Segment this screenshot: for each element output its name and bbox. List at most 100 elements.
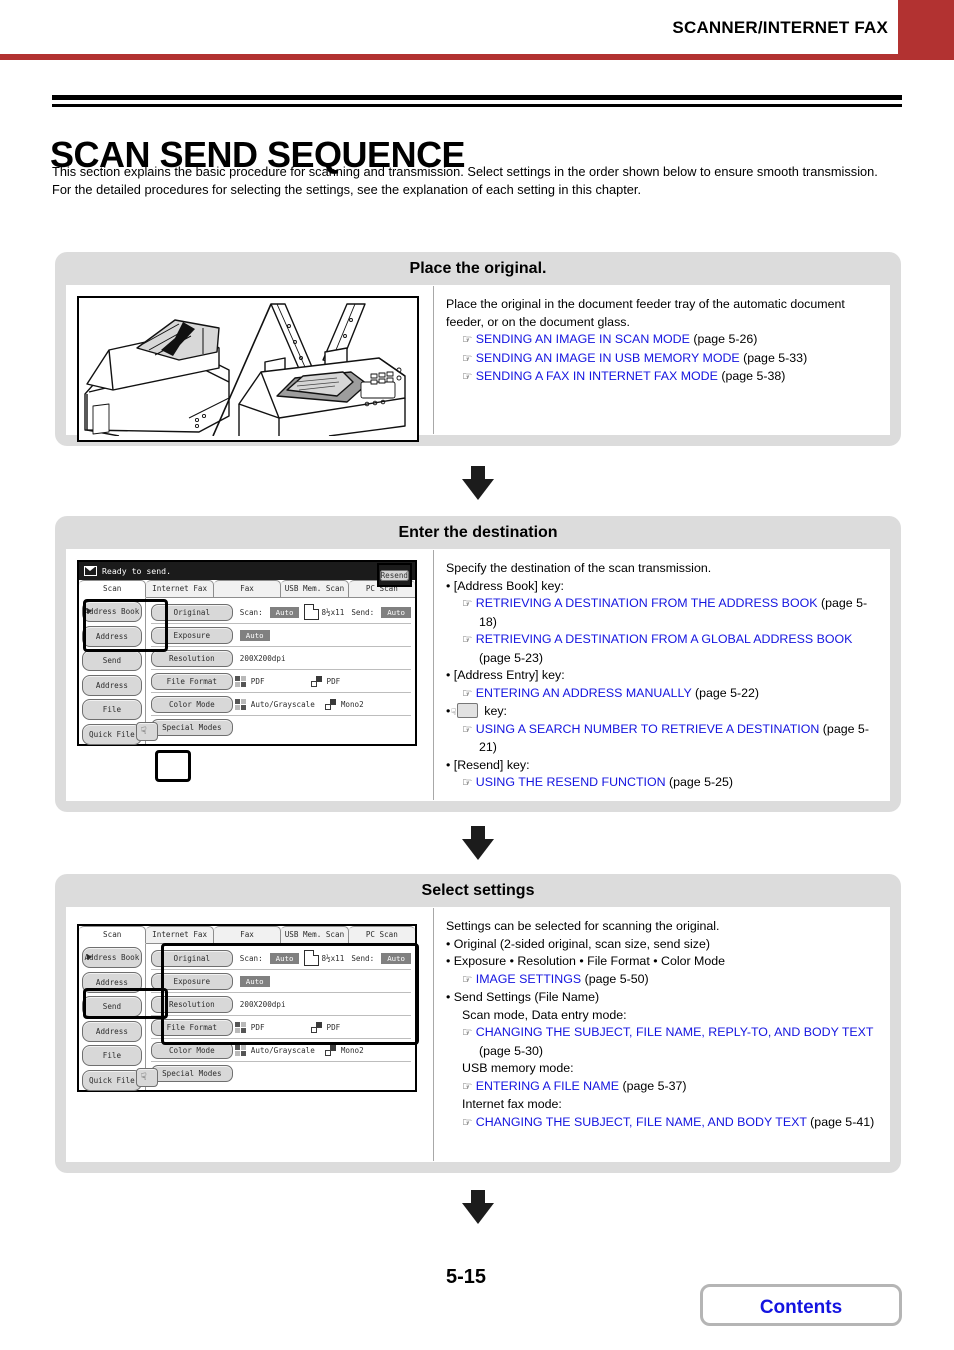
step-panel-place-original: Place the original. Place the original i… (55, 252, 901, 446)
pointing-hand-icon: ☞ (462, 371, 473, 383)
exposure-value: Auto (239, 975, 270, 987)
side-key-quick-file[interactable]: Quick File (82, 723, 142, 745)
page-header: SCANNER/INTERNET FAX (0, 0, 954, 60)
side-key-send-settings[interactable]: Send Settings (82, 996, 142, 1030)
step3-ref-2-link[interactable]: CHANGING THE SUBJECT, FILE NAME, REPLY-T… (476, 1025, 874, 1039)
step1-illustration-cell (67, 286, 433, 442)
tab-usb-mem-scan[interactable]: USB Mem. Scan (281, 926, 349, 943)
step1-ref-3-link[interactable]: SENDING A FAX IN INTERNET FAX MODE (476, 369, 718, 383)
color-mode-button[interactable]: Color Mode (150, 1041, 233, 1059)
step3-ref-1: ☞ IMAGE SETTINGS (page 5-50) (446, 971, 877, 990)
step3-sub-scan-mode: Scan mode, Data entry mode: (462, 1007, 627, 1022)
step2-ref-2: ☞ RETRIEVING A DESTINATION FROM A GLOBAL… (446, 631, 877, 667)
step2-bullet-search-key: • ☟ key: (446, 703, 877, 721)
tab-fax[interactable]: Fax (213, 926, 282, 943)
tab-usb-mem-scan[interactable]: USB Mem. Scan (281, 580, 349, 597)
step3-ref-4-link[interactable]: CHANGING THE SUBJECT, FILE NAME, AND BOD… (476, 1115, 807, 1129)
step3-bullet-send-settings: • Send Settings (File Name) (446, 990, 600, 1004)
special-modes-button[interactable]: Special Modes (150, 718, 233, 736)
step3-bullet-original: • Original (2-sided original, scan size,… (446, 936, 710, 951)
original-button[interactable]: Original (150, 603, 233, 621)
search-number-icon-button[interactable]: ☟ (135, 1068, 158, 1087)
row-original: Original Scan: Auto 8½x11 Send: Auto (150, 601, 411, 624)
step2-ref-1: ☞ RETRIEVING A DESTINATION FROM THE ADDR… (446, 595, 877, 631)
contents-button[interactable]: Contents (700, 1284, 902, 1326)
step2-ref-5: ☞ USING THE RESEND FUNCTION (page 5-25) (446, 774, 877, 793)
title-rule-bottom (52, 104, 902, 107)
scanner-screen-destination[interactable]: Ready to send. Resend Scan Internet Fax … (77, 560, 417, 782)
file-format-color-value: PDF (250, 1022, 265, 1032)
color-mode-button[interactable]: Color Mode (150, 695, 233, 713)
pointing-hand-icon: ☞ (462, 352, 473, 365)
side-key-address-book[interactable]: Address Book (82, 601, 142, 622)
step1-ref-2-link[interactable]: SENDING AN IMAGE IN USB MEMORY MODE (476, 351, 740, 365)
row-special-modes: Special Modes (150, 1062, 411, 1084)
step2-ref-5-link[interactable]: USING THE RESEND FUNCTION (476, 775, 666, 789)
resolution-button[interactable]: Resolution (150, 995, 233, 1013)
step-panel-select-settings: Select settings Scan Internet Fax Fax US… (55, 874, 901, 1173)
side-key-quick-file[interactable]: Quick File (82, 1069, 142, 1091)
side-key-send-settings[interactable]: Send Settings (82, 650, 142, 684)
exposure-value: Auto (239, 629, 270, 641)
pointing-hand-icon: ☞ (462, 723, 473, 736)
exposure-button[interactable]: Exposure (150, 626, 233, 644)
row-original: Original Scan: Auto 8½x11 Send: Auto (150, 947, 411, 970)
step3-ref-1-link[interactable]: IMAGE SETTINGS (476, 972, 581, 986)
tab-scan[interactable]: Scan (79, 926, 147, 944)
search-number-icon-button[interactable]: ☟ (135, 722, 158, 741)
header-title: SCANNER/INTERNET FAX (672, 18, 888, 37)
pointing-hand-icon: ☞ (462, 334, 473, 346)
file-format-button[interactable]: File Format (150, 672, 233, 690)
resend-button[interactable]: Resend (379, 570, 409, 581)
row-file-format: File Format PDF PDF (150, 1016, 411, 1039)
step3-sub-internet-fax-mode: Internet fax mode: (462, 1097, 562, 1111)
search-number-icon: ☟ (140, 1072, 147, 1083)
step2-ref-4-link[interactable]: USING A SEARCH NUMBER TO RETRIEVE A DEST… (476, 722, 820, 736)
special-modes-button[interactable]: Special Modes (150, 1064, 233, 1082)
mode-tabs: Scan Internet Fax Fax USB Mem. Scan PC S… (79, 926, 416, 944)
document-size-icon (304, 950, 320, 966)
side-key-address-review[interactable]: Address Review (82, 1020, 142, 1055)
row-color-mode: Color Mode Auto/Grayscale Mono2 (150, 1039, 411, 1062)
search-number-key-wrap: ☟ (135, 722, 158, 741)
step2-ref-1-link[interactable]: RETRIEVING A DESTINATION FROM THE ADDRES… (476, 596, 818, 610)
tab-internet-fax[interactable]: Internet Fax (146, 926, 214, 943)
resolution-button[interactable]: Resolution (150, 649, 233, 667)
row-file-format: File Format PDF PDF (150, 670, 411, 693)
step1-ref-1-link[interactable]: SENDING AN IMAGE IN SCAN MODE (476, 332, 690, 346)
step2-ref-2-link[interactable]: RETRIEVING A DESTINATION FROM A GLOBAL A… (476, 632, 853, 646)
original-button[interactable]: Original (150, 949, 233, 967)
tab-fax[interactable]: Fax (213, 580, 282, 597)
step3-ref-3-link[interactable]: ENTERING A FILE NAME (476, 1079, 619, 1093)
row-exposure: Exposure Auto (150, 624, 411, 647)
color-swatch-icon (234, 698, 246, 710)
scanner-screen-settings[interactable]: Scan Internet Fax Fax USB Mem. Scan PC S… (77, 924, 419, 1092)
side-key-label: Address Book (84, 607, 140, 616)
file-format-button[interactable]: File Format (150, 1018, 233, 1036)
step2-ref-3-link[interactable]: ENTERING AN ADDRESS MANUALLY (476, 686, 692, 700)
flow-arrow-2 (462, 826, 494, 862)
scan-label: Scan: (239, 953, 263, 963)
step1-text-cell: Place the original in the document feede… (433, 286, 889, 434)
color-mode-color-value: Auto/Grayscale (250, 1045, 315, 1055)
side-key-address-entry[interactable]: Address Entry (82, 625, 142, 660)
side-key-address-review[interactable]: Address Review (82, 674, 142, 709)
settings-column: Original Scan: Auto 8½x11 Send: Auto Exp… (135, 944, 415, 1090)
send-size-value: Auto (381, 952, 411, 964)
exposure-button[interactable]: Exposure (150, 972, 233, 990)
side-key-file[interactable]: File (82, 699, 142, 720)
step2-heading: Enter the destination (398, 524, 558, 541)
side-key-file[interactable]: File (82, 1045, 142, 1066)
side-key-address-entry[interactable]: Address Entry (82, 971, 142, 1006)
intro-line-1: This section explains the basic procedur… (52, 164, 878, 179)
color-mode-mono-value: Mono2 (340, 1045, 364, 1055)
original-size-value: 8½x11 (321, 953, 345, 963)
row-resolution: Resolution 200X200dpi (150, 993, 411, 1016)
step3-ref-2-page: (page 5-30) (479, 1043, 544, 1058)
tab-internet-fax[interactable]: Internet Fax (146, 580, 214, 597)
tab-pc-scan[interactable]: PC Scan (348, 926, 416, 943)
screen-main: Address Book Address Entry Send Settings… (79, 598, 415, 745)
side-key-address-book[interactable]: Address Book (82, 947, 142, 968)
tab-scan[interactable]: Scan (79, 580, 147, 598)
search-number-key-inline[interactable]: ☟ (451, 703, 478, 718)
